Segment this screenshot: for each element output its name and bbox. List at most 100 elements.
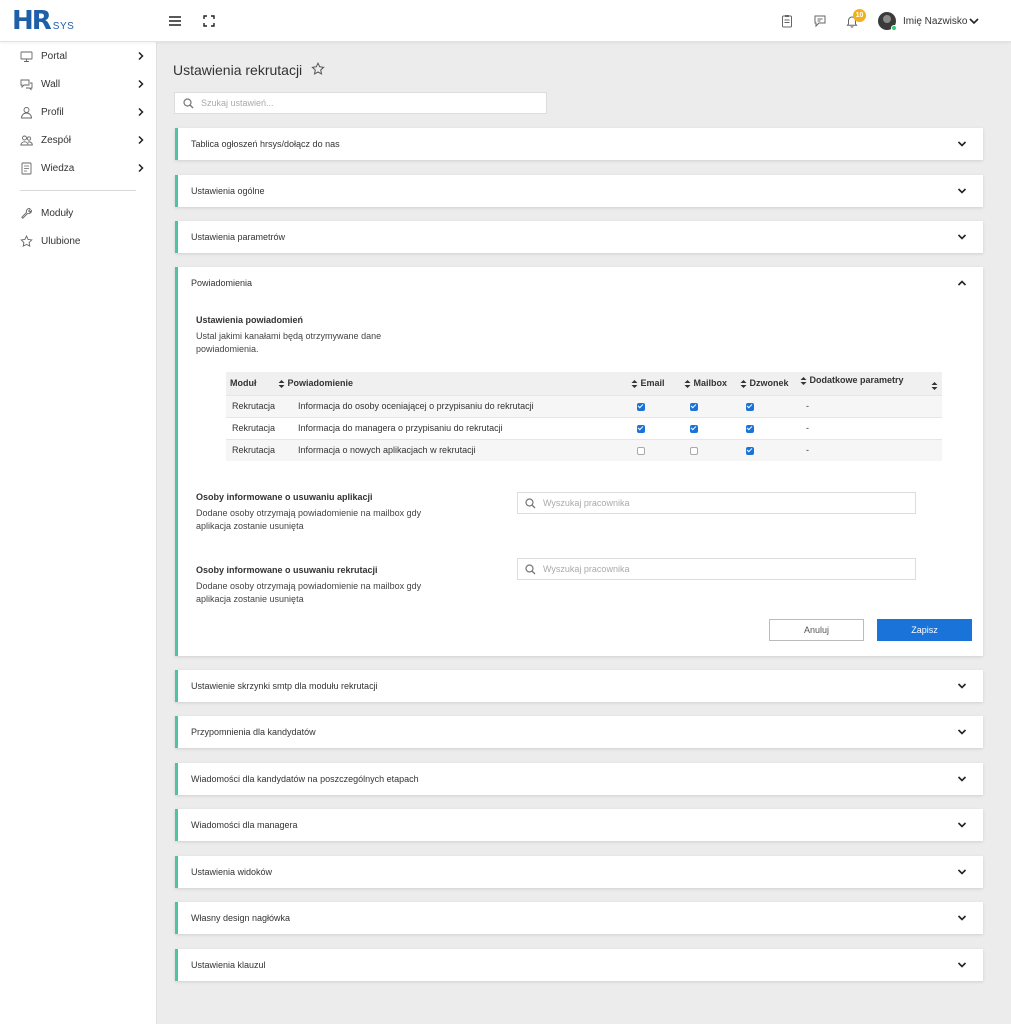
panel-header[interactable]: Tablica ogłoszeń hrsys/dołącz do nas — [178, 128, 983, 160]
panel-parameter-settings[interactable]: Ustawienia parametrów — [175, 221, 983, 253]
bell-checkbox[interactable] — [746, 402, 754, 411]
star-icon — [20, 234, 33, 247]
panel-manager-messages[interactable]: Wiadomości dla managera — [175, 809, 983, 841]
sort-icon[interactable] — [931, 381, 938, 391]
chevron-down-icon[interactable] — [968, 15, 980, 27]
chevron-right-icon — [138, 163, 144, 173]
cancel-button[interactable]: Anuluj — [769, 619, 864, 641]
clipboard-icon[interactable] — [779, 13, 795, 29]
chevron-down-icon[interactable] — [957, 727, 967, 737]
panel-smtp-mailbox[interactable]: Ustawienie skrzynki smtp dla modułu rekr… — [175, 670, 983, 702]
rec-removal-title: Osoby informowane o usuwaniu rekrutacji — [196, 565, 378, 575]
table-row: Rekrutacja Informacja do managera o przyp… — [226, 416, 942, 439]
column-header-module[interactable]: Moduł — [226, 372, 278, 395]
panel-header[interactable]: Powiadomienia — [178, 267, 983, 299]
user-name[interactable]: Imię Nazwisko — [903, 16, 967, 27]
menu-toggle-icon[interactable] — [167, 13, 183, 29]
chevron-down-icon[interactable] — [957, 139, 967, 149]
chevron-up-icon[interactable] — [957, 278, 967, 288]
panel-header[interactable]: Ustawienia widoków — [178, 856, 983, 888]
page-title: Ustawienia rekrutacji — [173, 62, 303, 78]
panel-header[interactable]: Ustawienia klauzul — [178, 949, 983, 981]
save-button[interactable]: Zapisz — [877, 619, 972, 641]
notification-cell: Informacja do managera o przypisaniu do … — [278, 416, 631, 439]
column-header-mailbox[interactable]: Mailbox — [684, 372, 740, 395]
app-removal-employee-search[interactable] — [517, 492, 916, 514]
sidebar-item-label: Wiedza — [41, 162, 75, 174]
chevron-down-icon[interactable] — [957, 232, 967, 242]
document-icon — [21, 162, 32, 174]
panel-candidate-messages[interactable]: Wiadomości dla kandydatów na poszczególn… — [175, 763, 983, 795]
user-icon — [21, 106, 32, 118]
bell-checkbox[interactable] — [746, 446, 754, 455]
panel-candidate-reminders[interactable]: Przypomnienia dla kandydatów — [175, 716, 983, 748]
column-header-bell[interactable]: Dzwonek — [740, 372, 800, 395]
mailbox-checkbox[interactable] — [690, 446, 698, 455]
panel-general-settings[interactable]: Ustawienia ogólne — [175, 175, 983, 207]
chevron-down-icon[interactable] — [957, 820, 967, 830]
sidebar-item-moduly[interactable]: Moduły — [20, 203, 150, 223]
panel-view-settings[interactable]: Ustawienia widoków — [175, 856, 983, 888]
table-row: Rekrutacja Informacja o nowych aplikacjac… — [226, 438, 942, 461]
email-checkbox[interactable] — [637, 424, 645, 433]
logo[interactable]: HR SYS — [12, 8, 74, 34]
settings-search-input[interactable] — [201, 98, 531, 108]
chat-bubbles-icon — [20, 79, 33, 91]
module-cell: Rekrutacja — [226, 394, 278, 417]
sidebar-item-wall[interactable]: Wall — [20, 74, 150, 94]
chevron-right-icon — [138, 135, 144, 145]
sidebar-item-wiedza[interactable]: Wiedza — [20, 158, 150, 178]
wrench-icon — [21, 207, 32, 219]
fullscreen-icon[interactable] — [201, 13, 217, 29]
panel-clause-settings[interactable]: Ustawienia klauzul — [175, 949, 983, 981]
panel-header[interactable]: Wiadomości dla kandydatów na poszczególn… — [178, 763, 983, 795]
app-removal-title: Osoby informowane o usuwaniu aplikacji — [196, 492, 373, 502]
favorite-star-icon[interactable] — [311, 62, 325, 76]
sort-icon[interactable] — [800, 376, 807, 386]
mailbox-cell — [684, 394, 740, 417]
mailbox-checkbox[interactable] — [690, 402, 698, 411]
panel-header[interactable]: Przypomnienia dla kandydatów — [178, 716, 983, 748]
settings-search[interactable] — [174, 92, 547, 114]
panel-header[interactable]: Wiadomości dla managera — [178, 809, 983, 841]
chat-icon[interactable] — [812, 13, 828, 29]
rec-removal-description: Dodane osoby otrzymają powiadomienie na … — [196, 581, 422, 604]
chevron-down-icon[interactable] — [957, 913, 967, 923]
email-checkbox[interactable] — [637, 446, 645, 455]
column-header-email[interactable]: Email — [631, 372, 684, 395]
module-cell: Rekrutacja — [226, 438, 278, 461]
sort-icon[interactable] — [631, 379, 638, 389]
notification-settings-title: Ustawienia powiadomień — [196, 315, 304, 325]
panel-header[interactable]: Ustawienia ogólne — [178, 175, 983, 207]
panel-header-design[interactable]: Własny design nagłówka — [175, 902, 983, 934]
sort-icon[interactable] — [684, 379, 691, 389]
chevron-right-icon — [138, 79, 144, 89]
panel-header[interactable]: Ustawienia parametrów — [178, 221, 983, 253]
chevron-down-icon[interactable] — [957, 681, 967, 691]
panel-notifications: Powiadomienia Ustawienia powiadomień Ust… — [175, 267, 983, 656]
rec-removal-employee-search[interactable] — [517, 558, 916, 580]
sort-icon[interactable] — [740, 379, 747, 389]
sidebar-item-ulubione[interactable]: Ulubione — [20, 231, 150, 251]
chevron-down-icon[interactable] — [957, 774, 967, 784]
panel-header[interactable]: Ustawienie skrzynki smtp dla modułu rekr… — [178, 670, 983, 702]
panel-header[interactable]: Własny design nagłówka — [178, 902, 983, 934]
chevron-down-icon[interactable] — [957, 960, 967, 970]
panel-job-board[interactable]: Tablica ogłoszeń hrsys/dołącz do nas — [175, 128, 983, 160]
chevron-down-icon[interactable] — [957, 186, 967, 196]
column-header-notification[interactable]: Powiadomienie — [278, 372, 631, 395]
mailbox-checkbox[interactable] — [690, 424, 698, 433]
sidebar-item-profil[interactable]: Profil — [20, 102, 150, 122]
email-cell — [631, 416, 684, 439]
notification-cell: Informacja o nowych aplikacjach w rekrut… — [278, 438, 631, 461]
app-removal-employee-input[interactable] — [543, 498, 903, 508]
sidebar-item-zespol[interactable]: Zespół — [20, 130, 150, 150]
email-checkbox[interactable] — [637, 402, 645, 411]
column-header-extra-params[interactable]: Dodatkowe parametry — [800, 372, 942, 395]
sidebar-item-portal[interactable]: Portal — [20, 46, 150, 66]
sort-icon[interactable] — [278, 379, 285, 389]
chevron-down-icon[interactable] — [957, 867, 967, 877]
bell-checkbox[interactable] — [746, 424, 754, 433]
rec-removal-employee-input[interactable] — [543, 564, 903, 574]
panel-title: Wiadomości dla kandydatów na poszczególn… — [191, 774, 419, 784]
